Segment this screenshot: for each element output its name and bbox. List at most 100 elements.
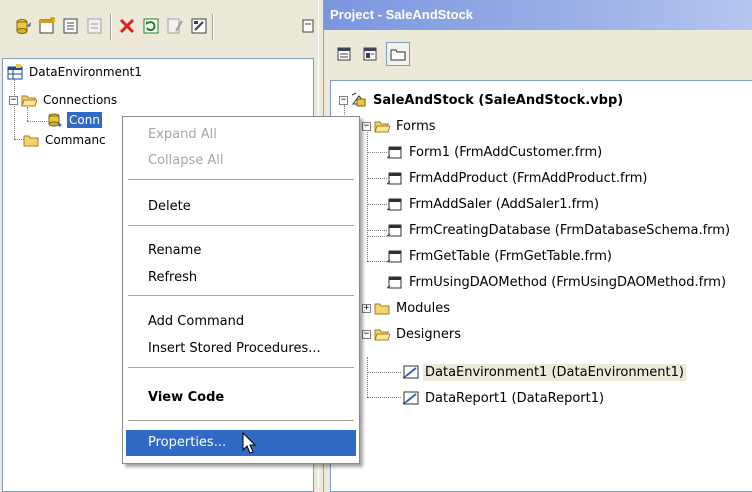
tree-line <box>367 372 401 373</box>
collapse-toggle[interactable]: − <box>362 329 371 339</box>
designer-icon <box>403 364 419 380</box>
tree-node-designers[interactable]: − Designers <box>362 325 463 343</box>
form-icon <box>387 274 403 290</box>
add-connection-icon[interactable] <box>12 14 34 38</box>
menu-item-view-code[interactable]: View Code <box>126 385 356 411</box>
tree-line <box>27 121 47 122</box>
refresh-icon[interactable] <box>140 14 162 38</box>
toggle-folders-icon[interactable] <box>386 42 410 66</box>
tree-node-form[interactable]: FrmGetTable (FrmGetTable.frm) <box>387 247 614 265</box>
tree-line <box>14 79 15 139</box>
tree-line <box>27 107 28 121</box>
forms-folder-label: Forms <box>396 118 436 134</box>
menu-item-delete[interactable]: Delete <box>126 194 356 220</box>
form-label: FrmGetTable (FrmGetTable.frm) <box>409 248 612 264</box>
tree-line <box>367 204 387 205</box>
menu-separator <box>128 420 354 421</box>
data-environment-icon <box>7 64 23 80</box>
menu-item-expand-all: Expand All <box>148 127 217 142</box>
tree-node-commands[interactable]: Commanc <box>23 131 108 149</box>
tree-line <box>367 178 387 179</box>
menu-separator <box>128 295 354 296</box>
mouse-pointer-icon <box>242 432 257 454</box>
form-icon <box>387 222 403 238</box>
form-label: FrmAddSaler (AddSaler1.frm) <box>409 196 600 212</box>
connection-icon <box>47 112 63 128</box>
tree-node-form[interactable]: Form1 (FrmAddCustomer.frm) <box>387 143 604 161</box>
tree-node-project[interactable]: − SaleAndStock (SaleAndStock.vbp) <box>339 91 625 109</box>
project-root-label: SaleAndStock (SaleAndStock.vbp) <box>373 92 624 108</box>
designer-label: DataReport1 (DataReport1) <box>425 390 605 406</box>
folder-icon <box>23 132 39 148</box>
menu-item-insert-stored-procedures[interactable]: Insert Stored Procedures... <box>126 336 356 362</box>
tree-commands-label: Commanc <box>45 133 106 147</box>
open-folder-icon <box>374 118 390 134</box>
project-icon <box>351 92 367 108</box>
form-icon <box>387 144 403 160</box>
tree-line <box>367 127 368 261</box>
tree-line <box>367 397 401 398</box>
tree-node-designer[interactable]: DataReport1 (DataReport1) <box>403 389 606 407</box>
menu-separator <box>128 367 354 368</box>
context-menu: Expand All Collapse All Delete Rename Re… <box>122 116 360 464</box>
insert-stored-procedures-icon[interactable] <box>60 14 82 38</box>
view-code-icon[interactable] <box>332 42 356 66</box>
add-child-command-icon <box>84 14 106 38</box>
properties-icon[interactable] <box>188 14 210 38</box>
tree-node-form[interactable]: FrmAddProduct (FrmAddProduct.frm) <box>387 169 649 187</box>
tree-line <box>367 230 387 231</box>
design-icon <box>164 14 186 38</box>
tree-line <box>367 236 387 237</box>
view-code-icon[interactable] <box>300 14 316 38</box>
form-label: FrmUsingDAOMethod (FrmUsingDAOMethod.frm… <box>409 274 727 290</box>
form-icon <box>387 196 403 212</box>
project-explorer-titlebar[interactable]: Project - SaleAndStock <box>324 0 752 30</box>
folder-icon <box>374 300 390 316</box>
tree-node-connections[interactable]: − Connections <box>9 91 119 109</box>
form-label: FrmAddProduct (FrmAddProduct.frm) <box>409 170 648 186</box>
form-label: FrmCreatingDatabase (FrmDatabaseSchema.f… <box>409 222 731 238</box>
modules-folder-label: Modules <box>396 300 451 316</box>
tree-root-label: DataEnvironment1 <box>29 65 142 79</box>
collapse-toggle[interactable]: − <box>9 95 18 105</box>
open-folder-icon <box>374 326 390 342</box>
tree-node-form[interactable]: FrmUsingDAOMethod (FrmUsingDAOMethod.frm… <box>387 273 728 291</box>
tree-connections-label: Connections <box>43 93 118 107</box>
tree-node-form[interactable]: FrmAddSaler (AddSaler1.frm) <box>387 195 601 213</box>
designer-label: DataEnvironment1 (DataEnvironment1) <box>423 363 686 381</box>
delete-icon[interactable] <box>116 14 138 38</box>
designer-icon <box>403 390 419 406</box>
collapse-toggle[interactable]: − <box>362 121 371 131</box>
designers-folder-label: Designers <box>396 326 461 342</box>
project-explorer-window: Project - SaleAndStock − SaleAndStock (S… <box>324 0 752 492</box>
menu-item-refresh[interactable]: Refresh <box>126 265 356 291</box>
tree-line <box>367 357 368 397</box>
menu-item-rename[interactable]: Rename <box>126 238 356 264</box>
tree-node-forms[interactable]: − Forms <box>362 117 438 135</box>
menu-item-properties[interactable]: Properties... <box>126 430 356 456</box>
menu-item-collapse-all: Collapse All <box>148 153 224 168</box>
add-command-icon[interactable] <box>36 14 58 38</box>
form-icon <box>387 170 403 186</box>
view-object-icon[interactable] <box>358 42 382 66</box>
tree-node-root[interactable]: DataEnvironment1 <box>7 63 144 81</box>
tree-line <box>367 261 387 262</box>
collapse-toggle[interactable]: − <box>339 95 348 105</box>
toolbar-separator <box>212 14 214 40</box>
menu-item-add-command[interactable]: Add Command <box>126 309 356 335</box>
menu-separator <box>128 179 354 180</box>
data-environment-toolbar <box>0 0 318 56</box>
tree-node-designer[interactable]: DataEnvironment1 (DataEnvironment1) <box>403 363 686 381</box>
form-icon <box>387 248 403 264</box>
toolbar-separator <box>110 14 112 40</box>
project-explorer-toolbar <box>324 32 752 76</box>
tree-node-form[interactable]: FrmCreatingDatabase (FrmDatabaseSchema.f… <box>387 221 732 239</box>
expand-toggle[interactable]: + <box>362 303 371 313</box>
tree-connection-label: Conn <box>67 112 102 128</box>
tree-line <box>367 152 387 153</box>
tree-node-modules[interactable]: + Modules <box>362 299 452 317</box>
project-explorer-tree[interactable]: − SaleAndStock (SaleAndStock.vbp) − Form… <box>330 80 752 492</box>
menu-separator <box>128 225 354 226</box>
form-label: Form1 (FrmAddCustomer.frm) <box>409 144 603 160</box>
tree-node-connection[interactable]: Conn <box>47 111 102 129</box>
